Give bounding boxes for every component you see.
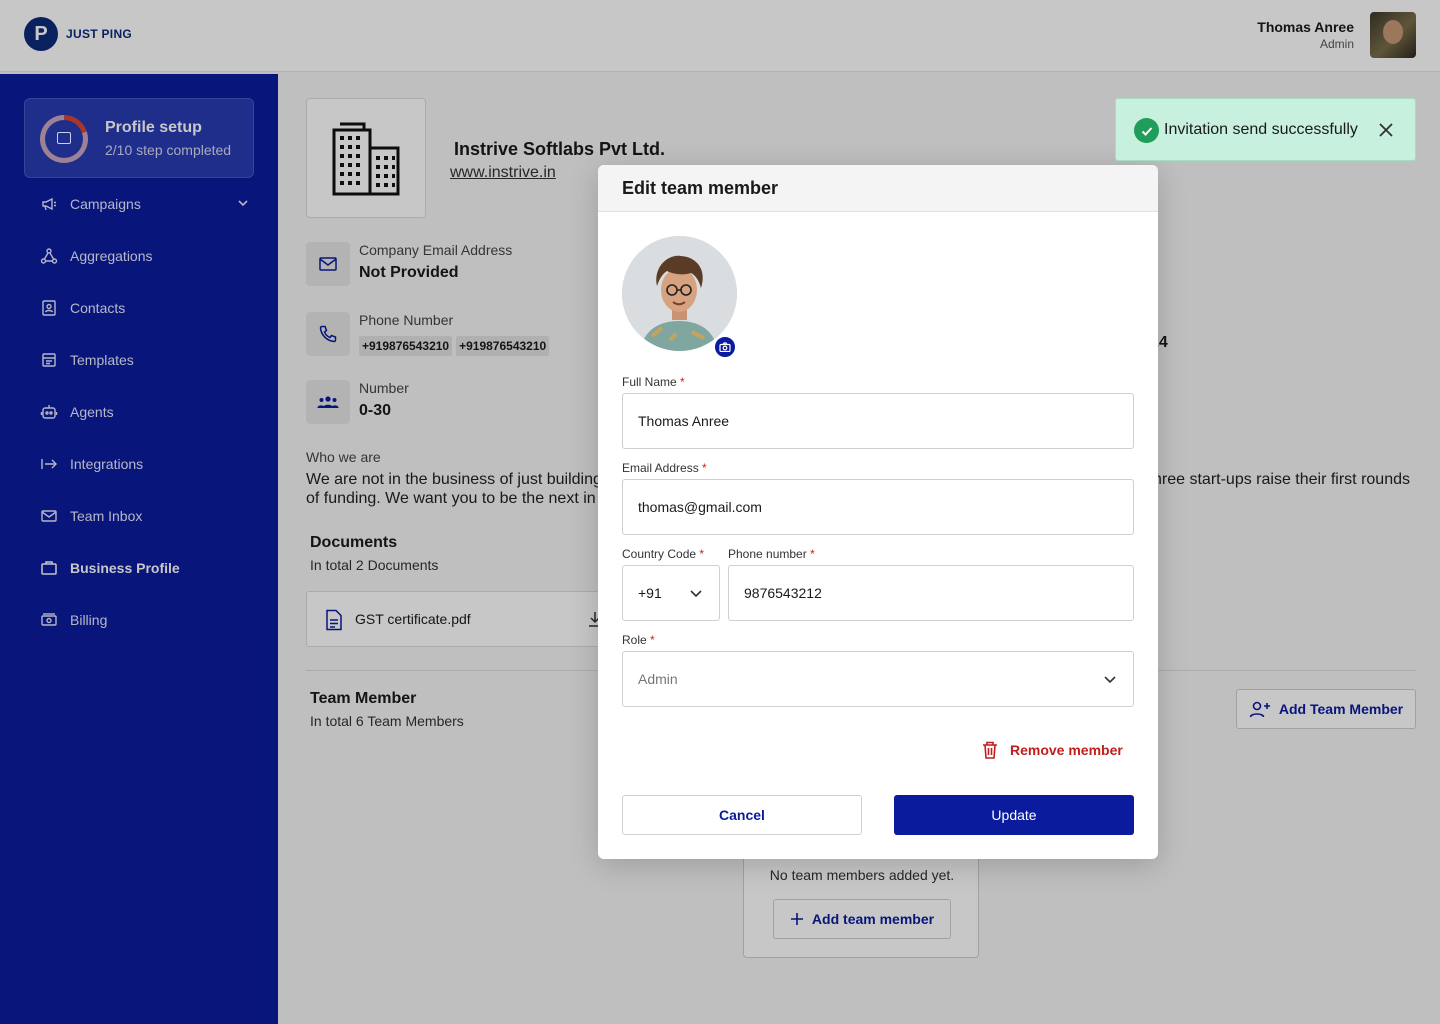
country-code-label: Country Code * bbox=[622, 547, 705, 561]
remove-member-label: Remove member bbox=[1010, 742, 1123, 758]
close-icon[interactable] bbox=[1377, 121, 1395, 139]
chevron-down-icon bbox=[690, 590, 702, 598]
member-avatar[interactable] bbox=[622, 236, 737, 351]
phone-number-field[interactable]: 9876543212 bbox=[728, 565, 1134, 621]
member-photo bbox=[622, 236, 737, 351]
profile-card-icon bbox=[57, 132, 71, 144]
country-code-select[interactable]: +91 bbox=[622, 565, 720, 621]
chevron-down-icon bbox=[1104, 676, 1116, 684]
full-name-field[interactable]: Thomas Anree bbox=[622, 393, 1134, 449]
edit-team-member-modal: Edit team member Full Name * Thomas Anre… bbox=[598, 165, 1158, 859]
success-toast: Invitation send successfully bbox=[1115, 98, 1416, 161]
full-name-label: Full Name * bbox=[622, 375, 685, 389]
toast-message: Invitation send successfully bbox=[1164, 121, 1358, 138]
modal-header: Edit team member bbox=[598, 165, 1158, 212]
phone-number-label: Phone number * bbox=[728, 547, 815, 561]
update-button[interactable]: Update bbox=[894, 795, 1134, 835]
country-code-value: +91 bbox=[638, 585, 662, 601]
cancel-button[interactable]: Cancel bbox=[622, 795, 862, 835]
trash-icon bbox=[983, 741, 997, 759]
change-photo-button[interactable] bbox=[713, 335, 737, 359]
camera-icon bbox=[719, 342, 731, 352]
check-circle-icon bbox=[1134, 118, 1159, 143]
email-field[interactable]: thomas@gmail.com bbox=[622, 479, 1134, 535]
role-label: Role * bbox=[622, 633, 655, 647]
role-value: Admin bbox=[638, 671, 678, 687]
remove-member-button[interactable]: Remove member bbox=[982, 741, 1123, 759]
role-select[interactable]: Admin bbox=[622, 651, 1134, 707]
modal-title: Edit team member bbox=[622, 178, 779, 198]
email-address-label: Email Address * bbox=[622, 461, 707, 475]
